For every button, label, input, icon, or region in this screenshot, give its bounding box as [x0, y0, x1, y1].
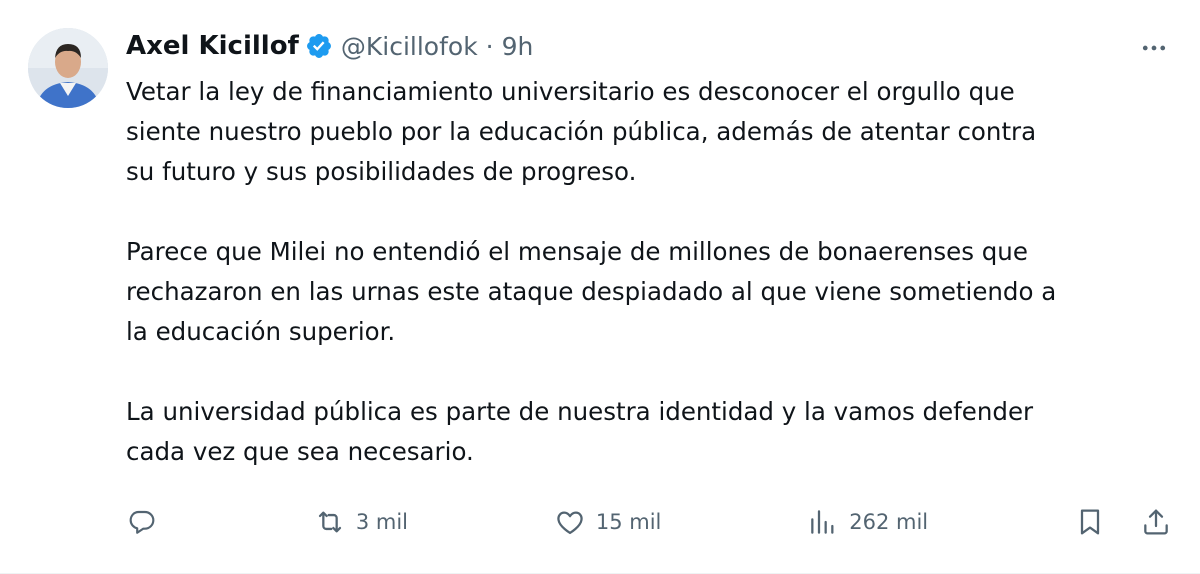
like-count: 15 mil: [595, 510, 662, 534]
share-button[interactable]: [1140, 506, 1172, 538]
avatar-image: [28, 28, 108, 108]
avatar[interactable]: [28, 28, 108, 108]
tweet-header: Axel Kicillof @Kicillofok · 9h: [126, 28, 533, 64]
bookmark-icon: [1080, 509, 1100, 535]
author-name[interactable]: Axel Kicillof: [126, 31, 299, 61]
reply-button[interactable]: [126, 506, 168, 538]
tweet-text: Vetar la ley de financiamiento universit…: [126, 72, 1176, 472]
tweet-paragraph: La universidad pública es parte de nuest…: [126, 397, 1034, 466]
separator-dot: ·: [485, 31, 494, 61]
tweet-timestamp[interactable]: 9h: [502, 32, 534, 61]
more-dots-icon: [1142, 45, 1166, 51]
views-chart-icon: [811, 510, 834, 534]
secondary-actions: [1074, 506, 1172, 538]
more-options-button[interactable]: [1136, 32, 1172, 64]
share-icon: [1144, 509, 1168, 535]
tweet-paragraph: Parece que Milei no entendió el mensaje …: [126, 237, 1057, 346]
tweet-card[interactable]: Axel Kicillof @Kicillofok · 9h Vetar la …: [0, 0, 1200, 574]
repost-icon: [318, 511, 341, 533]
repost-button[interactable]: 3 mil: [314, 506, 408, 538]
heart-icon: [557, 511, 583, 535]
repost-count: 3 mil: [355, 510, 409, 534]
views-count: 262 mil: [849, 510, 929, 534]
tweet-paragraph: Vetar la ley de financiamiento universit…: [126, 77, 1037, 186]
bookmark-button[interactable]: [1074, 506, 1106, 538]
verified-badge-icon: [305, 32, 333, 60]
views-button[interactable]: 262 mil: [807, 506, 928, 538]
reply-icon: [129, 510, 155, 534]
author-handle[interactable]: @Kicillofok: [341, 32, 478, 61]
tweet-actions-bar: 3 mil 15 mil 262 mil: [126, 498, 1172, 546]
like-button[interactable]: 15 mil: [554, 506, 662, 538]
